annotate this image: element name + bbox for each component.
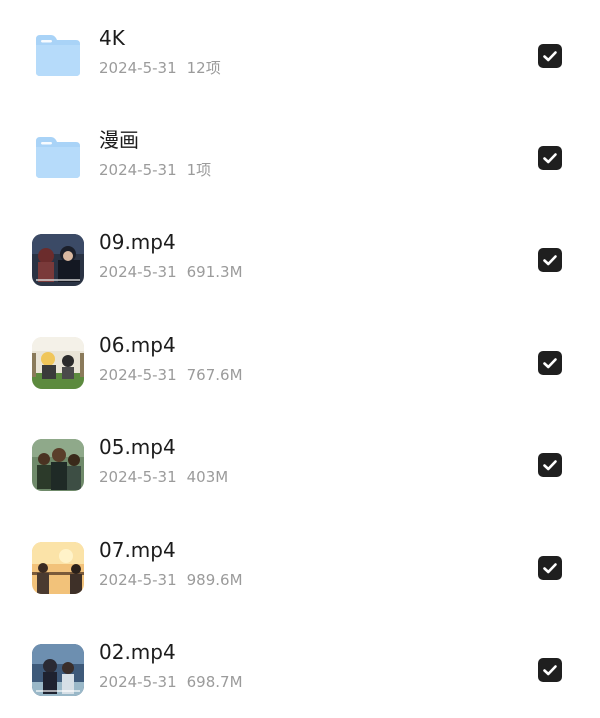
checkmark-icon xyxy=(543,153,557,164)
file-size: 403M xyxy=(186,468,229,486)
checkbox[interactable] xyxy=(538,44,562,68)
checkbox[interactable] xyxy=(538,658,562,682)
file-name: 06.mp4 xyxy=(99,333,176,357)
folder-icon xyxy=(32,30,84,82)
file-meta: 2024-5-31 12项 xyxy=(99,59,221,77)
folder-icon xyxy=(32,132,84,184)
checkmark-icon xyxy=(543,255,557,266)
file-date: 2024-5-31 xyxy=(99,571,177,589)
file-size: 989.6M xyxy=(186,571,243,589)
file-meta: 2024-5-31 691.3M xyxy=(99,263,243,281)
file-date: 2024-5-31 xyxy=(99,468,177,486)
checkmark-icon xyxy=(543,563,557,574)
file-name: 4K xyxy=(99,26,125,50)
file-meta: 2024-5-31 767.6M xyxy=(99,366,243,384)
file-meta: 2024-5-31 1项 xyxy=(99,161,211,179)
file-meta: 2024-5-31 989.6M xyxy=(99,571,243,589)
file-date: 2024-5-31 xyxy=(99,161,177,179)
file-size: 767.6M xyxy=(186,366,243,384)
list-item[interactable]: 漫画 2024-5-31 1项 xyxy=(0,116,600,206)
checkmark-icon xyxy=(543,460,557,471)
video-thumbnail xyxy=(32,542,84,594)
list-item[interactable]: 09.mp4 2024-5-31 691.3M xyxy=(0,218,600,308)
file-name: 09.mp4 xyxy=(99,230,176,254)
file-size: 698.7M xyxy=(186,673,243,691)
file-name: 05.mp4 xyxy=(99,435,176,459)
file-date: 2024-5-31 xyxy=(99,263,177,281)
checkbox[interactable] xyxy=(538,453,562,477)
file-date: 2024-5-31 xyxy=(99,673,177,691)
checkbox[interactable] xyxy=(538,556,562,580)
checkbox[interactable] xyxy=(538,146,562,170)
checkbox[interactable] xyxy=(538,248,562,272)
file-size: 1项 xyxy=(186,161,212,179)
file-name: 漫画 xyxy=(99,128,139,152)
file-meta: 2024-5-31 403M xyxy=(99,468,228,486)
file-size: 12项 xyxy=(186,59,221,77)
video-thumbnail xyxy=(32,644,84,696)
file-date: 2024-5-31 xyxy=(99,59,177,77)
list-item[interactable]: 02.mp4 2024-5-31 698.7M xyxy=(0,628,600,718)
file-list: 4K 2024-5-31 12项 漫画 2024-5-31 1项 09.mp4 … xyxy=(0,0,600,715)
checkbox[interactable] xyxy=(538,351,562,375)
checkmark-icon xyxy=(543,51,557,62)
list-item[interactable]: 06.mp4 2024-5-31 767.6M xyxy=(0,321,600,411)
video-thumbnail xyxy=(32,439,84,491)
list-item[interactable]: 4K 2024-5-31 12项 xyxy=(0,14,600,104)
file-name: 02.mp4 xyxy=(99,640,176,664)
video-thumbnail xyxy=(32,337,84,389)
list-item[interactable]: 07.mp4 2024-5-31 989.6M xyxy=(0,526,600,616)
file-date: 2024-5-31 xyxy=(99,366,177,384)
file-name: 07.mp4 xyxy=(99,538,176,562)
checkmark-icon xyxy=(543,358,557,369)
list-item[interactable]: 05.mp4 2024-5-31 403M xyxy=(0,423,600,513)
file-meta: 2024-5-31 698.7M xyxy=(99,673,243,691)
checkmark-icon xyxy=(543,665,557,676)
video-thumbnail xyxy=(32,234,84,286)
file-size: 691.3M xyxy=(186,263,243,281)
